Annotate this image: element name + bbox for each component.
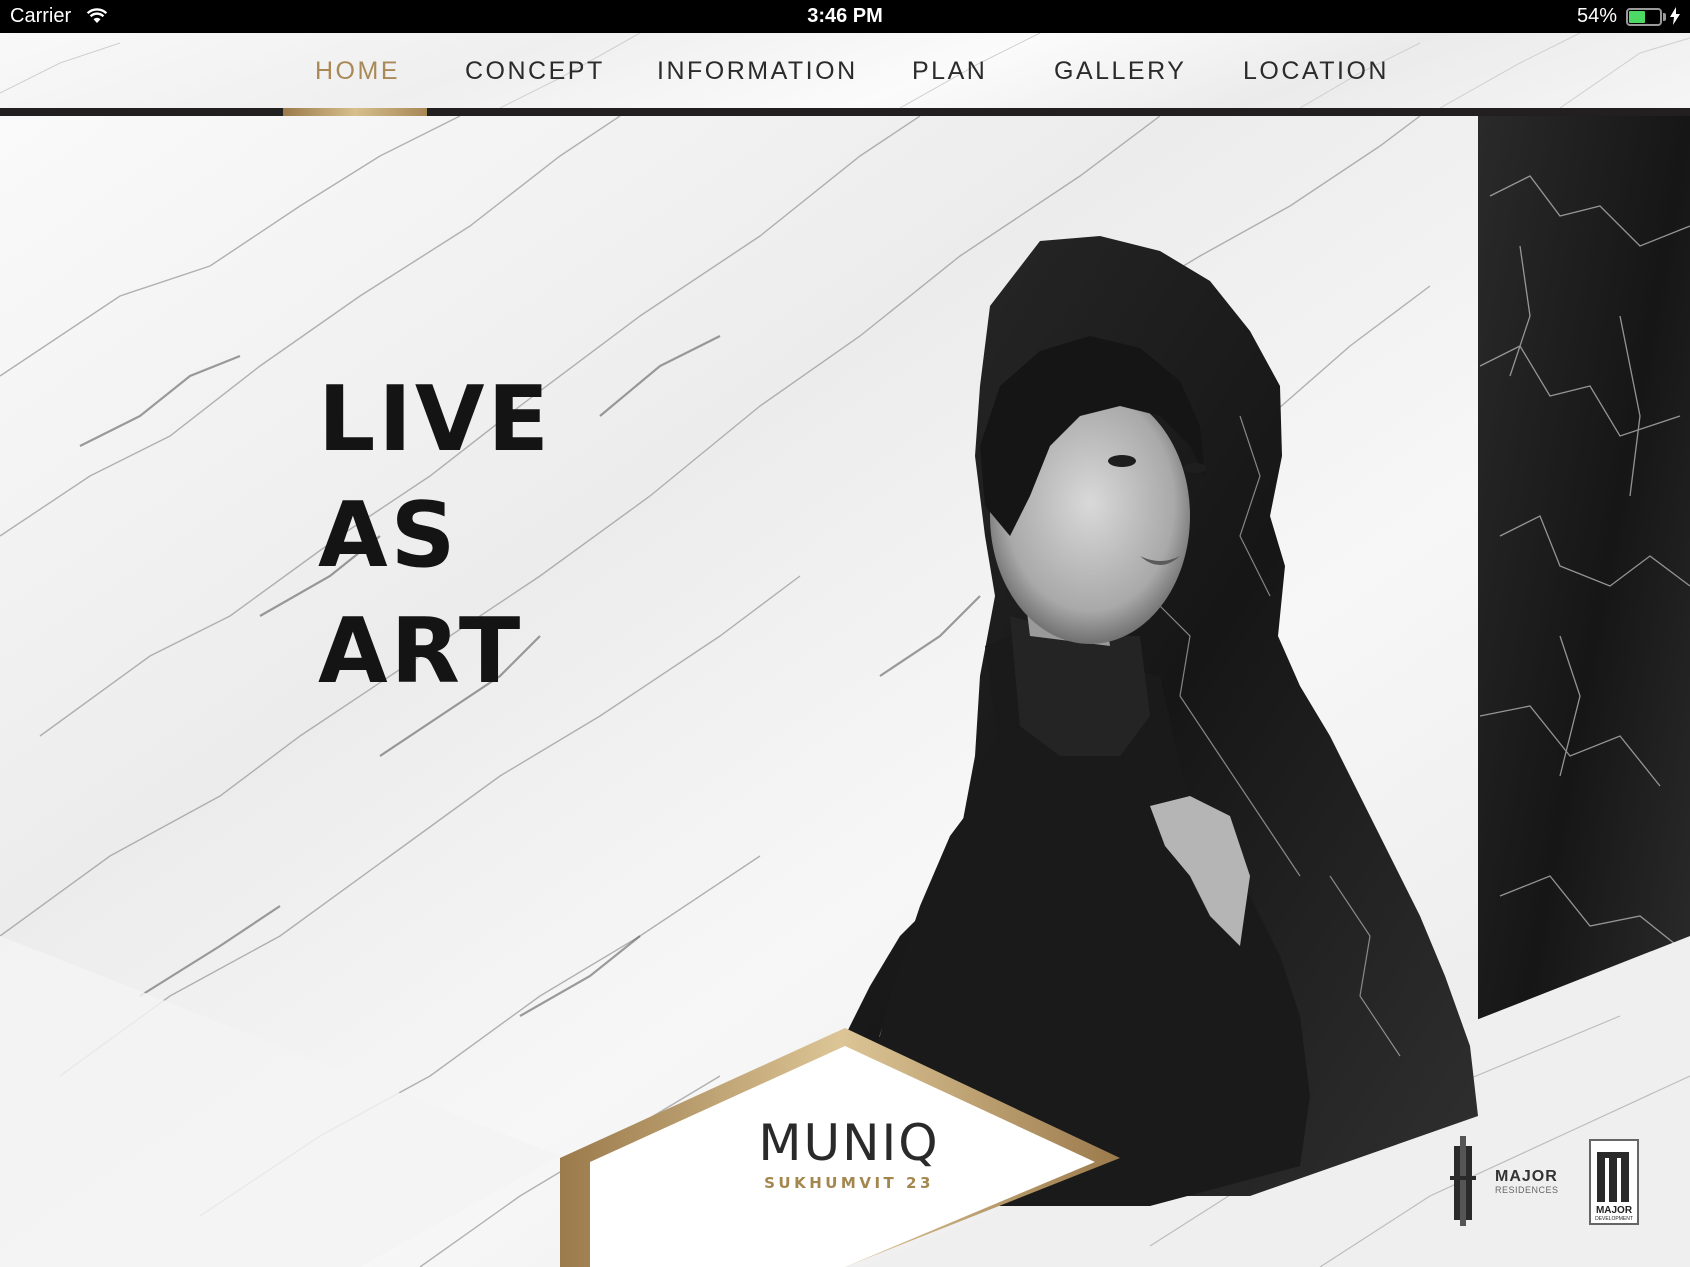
nav-concept[interactable]: CONCEPT <box>465 57 605 86</box>
hero-headline: LIVE AS ART <box>318 362 552 710</box>
nav-underline <box>0 108 1690 116</box>
nav-gallery[interactable]: GALLERY <box>1054 57 1186 86</box>
headline-line-2: AS <box>318 483 459 588</box>
battery-percent: 54% <box>1577 5 1618 27</box>
major-development-name: MAJOR <box>1595 1205 1633 1216</box>
nav-home[interactable]: HOME <box>315 57 400 86</box>
hero-artwork <box>0 116 1690 1267</box>
brand-subtitle: SUKHUMVIT 23 <box>764 1174 934 1192</box>
major-development-logo: MAJOR DEVELOPMENT <box>1592 1205 1636 1223</box>
nav-information[interactable]: INFORMATION <box>657 57 858 86</box>
major-development-sub: DEVELOPMENT <box>1595 1216 1633 1222</box>
nav-active-indicator <box>283 108 427 116</box>
hero-section: LIVE AS ART <box>0 116 1690 1267</box>
brand-logo[interactable]: MUNIQ <box>740 1118 958 1168</box>
nav-plan[interactable]: PLAN <box>912 57 987 86</box>
major-residences-logo: MAJOR RESIDENCES <box>1495 1168 1559 1196</box>
headline-line-1: LIVE <box>318 367 552 472</box>
battery-icon <box>1626 8 1662 26</box>
nav-location[interactable]: LOCATION <box>1243 57 1389 86</box>
top-navigation: HOME CONCEPT INFORMATION PLAN GALLERY LO… <box>0 33 1690 116</box>
headline-line-3: ART <box>318 599 524 704</box>
major-residences-sub: RESIDENCES <box>1495 1185 1559 1195</box>
battery-level <box>1629 11 1645 23</box>
charging-bolt-icon <box>1670 7 1680 25</box>
status-bar: Carrier 3:46 PM 54% <box>0 0 1690 33</box>
major-residences-name: MAJOR <box>1495 1168 1558 1185</box>
battery-cap <box>1663 13 1666 21</box>
clock: 3:46 PM <box>807 5 883 27</box>
